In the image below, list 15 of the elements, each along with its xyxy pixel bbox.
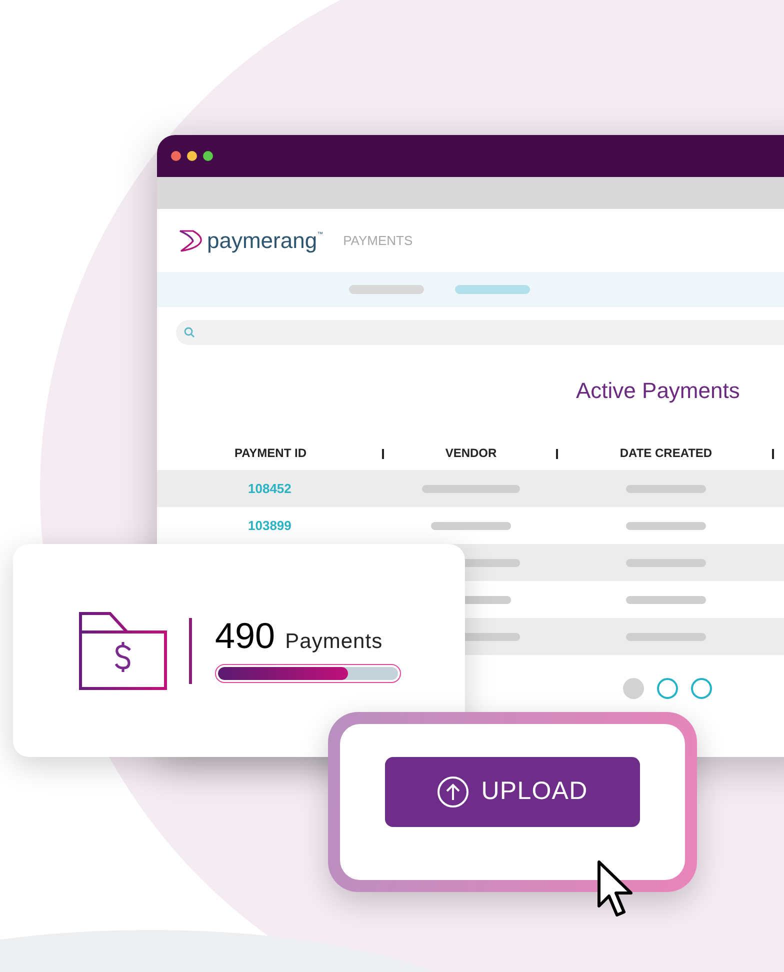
upload-button[interactable]: UPLOAD xyxy=(385,757,640,827)
column-header[interactable]: VENDOR xyxy=(445,444,497,462)
table-title: Active Payments xyxy=(576,376,740,405)
payment-count: 490 xyxy=(215,618,276,654)
column-header[interactable]: DATE CREATED xyxy=(620,444,712,462)
tab[interactable] xyxy=(349,285,424,294)
tab[interactable] xyxy=(455,285,530,294)
search-icon xyxy=(184,327,195,338)
upload-icon xyxy=(437,776,470,808)
search-field[interactable] xyxy=(176,320,784,345)
logo-wordmark: paymerang xyxy=(207,230,318,252)
column-header[interactable]: PAYMENT ID xyxy=(234,444,306,462)
payment-label: Payments xyxy=(285,629,383,656)
folder-dollar-icon xyxy=(79,612,167,690)
logo-icon xyxy=(179,230,203,252)
